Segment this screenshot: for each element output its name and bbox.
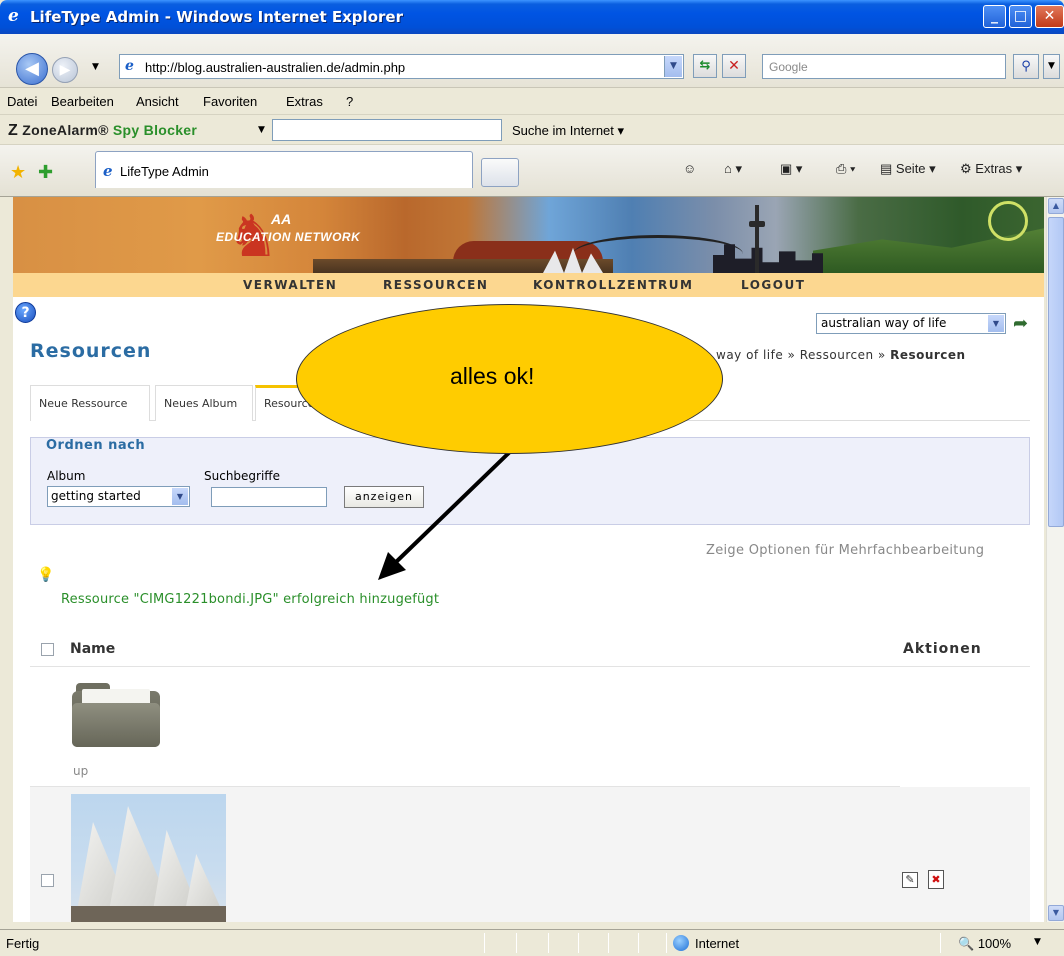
keywords-label: Suchbegriffe <box>204 469 280 483</box>
multi-edit-link[interactable]: Zeige Optionen für Mehrfachbearbeitung <box>706 543 984 558</box>
zoom-dropdown-icon[interactable]: ▼ <box>1034 937 1041 947</box>
logo-aa: AA <box>271 211 292 227</box>
menu-help[interactable]: ? <box>346 94 353 109</box>
vertical-scrollbar[interactable]: ▲ ▼ <box>1046 197 1064 922</box>
stop-button[interactable]: ✕ <box>722 54 746 78</box>
menu-datei[interactable]: Datei <box>7 94 37 109</box>
list-header: Name Aktionen <box>30 631 1030 667</box>
nav-logout[interactable]: LOGOUT <box>741 278 805 292</box>
back-button[interactable]: ◀ <box>16 53 48 85</box>
tab-neues-album[interactable]: Neues Album <box>155 385 253 421</box>
zoom-level[interactable]: 🔍 100% <box>958 936 1011 952</box>
page-menu-button[interactable]: ▤ Seite ▾ <box>880 161 936 177</box>
zonealarm-search-input[interactable] <box>272 119 502 141</box>
list-item <box>30 787 1030 922</box>
header-banner: ♞ AA EDUCATION NETWORK <box>13 197 1044 273</box>
album-label: Album <box>47 469 86 483</box>
banner-tower-pod <box>749 221 765 227</box>
status-bar: Fertig Internet 🔍 100% ▼ <box>0 929 1064 956</box>
rss-icon[interactable]: ▣ ▾ <box>780 161 802 177</box>
search-button[interactable]: ⚲ <box>1013 54 1039 79</box>
callout-text: alles ok! <box>450 363 535 389</box>
refresh-button[interactable]: ⇆ <box>693 54 717 78</box>
window-title: LifeType Admin - Windows Internet Explor… <box>30 8 403 26</box>
menu-favoriten[interactable]: Favoriten <box>203 94 257 109</box>
title-bar: e LifeType Admin - Windows Internet Expl… <box>0 0 1064 34</box>
home-icon[interactable]: ⌂ ▾ <box>724 161 742 177</box>
page-title: Resourcen <box>30 340 152 362</box>
banner-fern <box>988 201 1028 241</box>
search-placeholder: Google <box>769 60 808 74</box>
menu-ansicht[interactable]: Ansicht <box>136 94 179 109</box>
blog-select[interactable]: australian way of life ▼ <box>816 313 1006 334</box>
print-icon[interactable]: ⎙ ▾ <box>836 161 855 177</box>
ie-logo-icon: e <box>8 6 19 26</box>
tab-lifetype-admin[interactable]: e LifeType Admin <box>95 151 473 188</box>
zonealarm-logo: Z ZoneAlarm® Spy Blocker <box>8 122 198 139</box>
list-item: up <box>30 667 900 787</box>
close-button[interactable]: ✕ <box>1035 5 1064 28</box>
breadcrumb: way of life » Ressourcen » Resourcen <box>716 348 966 362</box>
scroll-down-icon[interactable]: ▼ <box>1048 905 1064 921</box>
resource-thumbnail[interactable] <box>71 794 226 922</box>
page-icon: e <box>125 58 134 74</box>
menu-bearbeiten[interactable]: Bearbeiten <box>51 94 114 109</box>
search-options-icon[interactable]: ▼ <box>1043 54 1060 79</box>
filter-legend: Ordnen nach <box>40 438 150 453</box>
up-link[interactable]: up <box>73 764 88 778</box>
column-actions: Aktionen <box>903 641 982 657</box>
address-bar[interactable]: e http://blog.australien-australien.de/a… <box>119 54 684 79</box>
address-url[interactable]: http://blog.australien-australien.de/adm… <box>145 60 405 75</box>
favorites-star-icon[interactable]: ★ <box>10 162 26 183</box>
resource-checkbox[interactable] <box>41 874 54 887</box>
folder-up-icon[interactable] <box>72 683 160 747</box>
banner-tower <box>755 205 759 273</box>
success-message: Ressource "CIMG1221bondi.JPG" erfolgreic… <box>61 592 440 607</box>
zonealarm-toolbar: Z ZoneAlarm® Spy Blocker ▼ Suche im Inte… <box>0 115 1064 145</box>
internet-zone-icon <box>673 935 689 951</box>
minimize-button[interactable]: _ <box>983 5 1006 28</box>
column-name: Name <box>70 641 116 657</box>
menu-bar: Datei Bearbeiten Ansicht Favoriten Extra… <box>0 88 1064 115</box>
new-tab-button[interactable] <box>481 158 519 187</box>
tab-neue-ressource[interactable]: Neue Ressource <box>30 385 150 421</box>
nav-ressourcen[interactable]: RESSOURCEN <box>383 278 488 292</box>
feeds-icon[interactable]: ☺ <box>683 161 696 176</box>
forward-button[interactable]: ▶ <box>52 57 78 83</box>
browser-window: e LifeType Admin - Windows Internet Expl… <box>0 0 1064 956</box>
select-all-checkbox[interactable] <box>41 643 54 656</box>
tools-menu-button[interactable]: ⚙ Extras ▾ <box>960 161 1022 177</box>
blog-select-dropdown-icon[interactable]: ▼ <box>988 315 1004 332</box>
nav-kontrollzentrum[interactable]: KONTROLLZENTRUM <box>533 278 693 292</box>
address-dropdown-icon[interactable]: ▼ <box>664 56 682 77</box>
edit-icon[interactable]: ✎ <box>902 872 918 888</box>
delete-icon[interactable]: ✖ <box>928 870 944 889</box>
menu-extras[interactable]: Extras <box>286 94 323 109</box>
nav-verwalten[interactable]: VERWALTEN <box>243 278 337 292</box>
banner-skyline <box>713 244 823 273</box>
history-dropdown-icon[interactable]: ▼ <box>92 62 99 72</box>
tab-ie-icon: e <box>103 162 113 180</box>
scroll-up-icon[interactable]: ▲ <box>1048 198 1064 214</box>
logo-text: EDUCATION NETWORK <box>216 230 361 244</box>
maximize-button[interactable]: □ <box>1009 5 1032 28</box>
zonealarm-search-button[interactable]: Suche im Internet ▾ <box>512 123 624 139</box>
album-select[interactable]: getting started ▼ <box>47 486 190 507</box>
zonealarm-dropdown-icon[interactable]: ▼ <box>258 125 265 135</box>
show-button[interactable]: anzeigen <box>344 486 424 508</box>
tab-label: LifeType Admin <box>120 164 209 179</box>
go-arrow-icon[interactable]: ➦ <box>1013 313 1028 334</box>
security-zone-label: Internet <box>695 936 740 951</box>
main-nav: VERWALTEN RESSOURCEN KONTROLLZENTRUM LOG… <box>13 273 1044 297</box>
status-text: Fertig <box>6 936 40 951</box>
scroll-thumb[interactable] <box>1048 217 1064 527</box>
help-icon[interactable]: ? <box>15 302 36 323</box>
keywords-input[interactable] <box>211 487 327 507</box>
search-input[interactable]: Google <box>762 54 1006 79</box>
album-dropdown-icon[interactable]: ▼ <box>172 488 188 505</box>
add-favorite-icon[interactable]: ✚ <box>38 162 53 183</box>
lightbulb-icon: 💡 <box>37 567 55 583</box>
